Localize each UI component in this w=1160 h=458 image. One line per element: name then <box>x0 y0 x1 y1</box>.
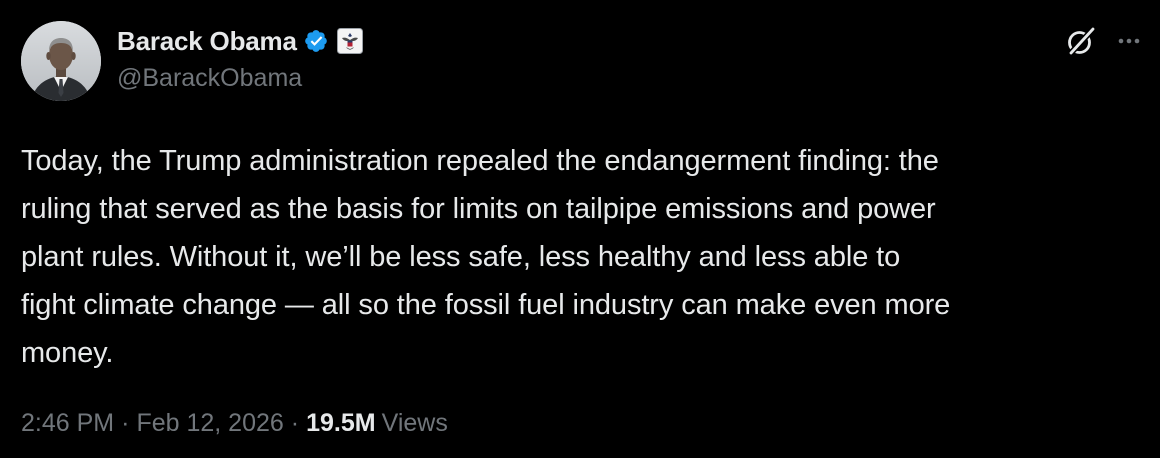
views-label[interactable]: Views <box>382 409 448 438</box>
verified-badge-icon[interactable] <box>303 27 331 55</box>
tweet-meta: 2:46 PM · Feb 12, 2026 · 19.5M Views <box>21 409 448 438</box>
views-count[interactable]: 19.5M <box>306 409 375 438</box>
author-handle[interactable]: @BarackObama <box>117 64 302 93</box>
us-government-seal-icon[interactable] <box>336 28 363 54</box>
more-horizontal-icon <box>1118 38 1140 44</box>
avatar[interactable] <box>21 21 101 101</box>
tweet-time[interactable]: 2:46 PM <box>21 409 114 438</box>
avatar-image <box>21 21 101 101</box>
grok-button[interactable] <box>1063 23 1099 59</box>
author-name-row: Barack Obama <box>117 24 363 58</box>
meta-separator: · <box>121 409 130 437</box>
meta-separator: · <box>290 409 300 437</box>
author-display-name[interactable]: Barack Obama <box>117 26 297 57</box>
grok-icon <box>1067 25 1097 57</box>
tweet-date[interactable]: Feb 12, 2026 <box>136 409 283 438</box>
more-options-button[interactable] <box>1110 26 1146 56</box>
tweet-text: Today, the Trump administration repealed… <box>21 145 951 369</box>
